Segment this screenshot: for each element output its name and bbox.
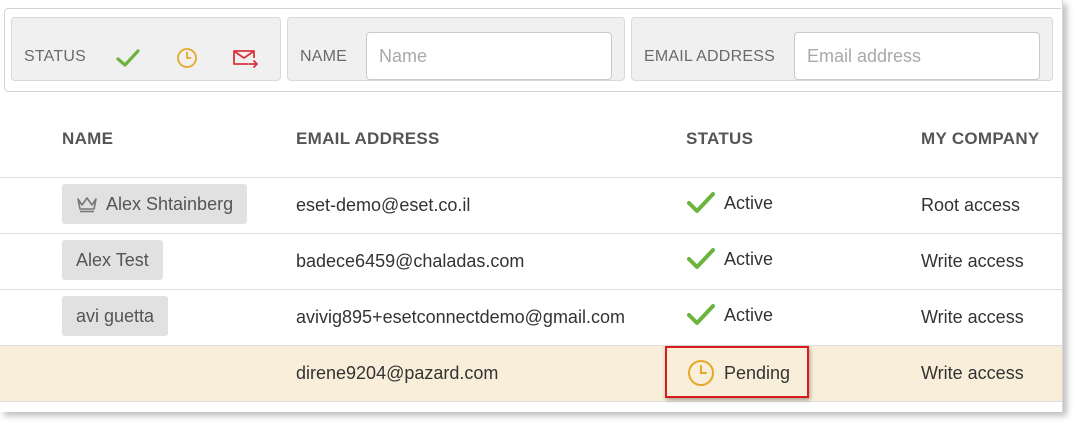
- table-row[interactable]: avi guetta avivig895+esetconnectdemo@gma…: [0, 289, 1062, 345]
- status-text: Active: [724, 248, 774, 269]
- user-email: eset-demo@eset.co.il: [296, 195, 471, 215]
- user-name: Alex Test: [76, 249, 149, 270]
- name-input[interactable]: [366, 32, 612, 80]
- user-email: avivig895+esetconnectdemo@gmail.com: [296, 307, 625, 327]
- highlight-box: [665, 346, 809, 398]
- column-header-my-company[interactable]: MY COMPANY: [921, 129, 1040, 149]
- check-icon: [687, 304, 715, 325]
- status-cell: Active: [686, 303, 773, 327]
- user-name: Alex Shtainberg: [106, 193, 234, 214]
- check-icon: [687, 248, 715, 269]
- email-filter: EMAIL ADDRESS: [631, 17, 1053, 81]
- access-level: Write access: [921, 363, 1024, 383]
- user-chip[interactable]: avi guetta: [62, 296, 169, 336]
- user-email: direne9204@pazard.com: [296, 363, 499, 383]
- status-cell: Active: [686, 191, 773, 215]
- status-filter-label: STATUS: [24, 48, 86, 65]
- users-panel: STATUS NAME EMAIL ADDRESS NAME EMAIL ADD…: [0, 0, 1063, 412]
- table-row[interactable]: Alex Shtainberg eset-demo@eset.co.il Act…: [0, 177, 1062, 233]
- check-icon: [687, 192, 715, 213]
- mail-sent-icon[interactable]: [232, 47, 258, 69]
- column-header-name[interactable]: NAME: [62, 129, 113, 149]
- table-row[interactable]: direne9204@pazard.com Pending Write acce…: [0, 345, 1062, 402]
- column-header-email[interactable]: EMAIL ADDRESS: [296, 129, 440, 149]
- status-text: Active: [724, 304, 774, 325]
- user-chip[interactable]: Alex Test: [62, 240, 163, 280]
- crown-icon: [77, 197, 97, 213]
- filter-bar: STATUS NAME EMAIL ADDRESS: [4, 8, 1061, 92]
- status-cell: Active: [686, 247, 773, 271]
- table-header: NAME EMAIL ADDRESS STATUS MY COMPANY: [0, 108, 1062, 176]
- user-chip[interactable]: Alex Shtainberg: [62, 184, 248, 224]
- user-email: badece6459@chaladas.com: [296, 251, 525, 271]
- email-input[interactable]: [794, 32, 1040, 80]
- name-filter: NAME: [287, 17, 625, 81]
- status-text: Active: [724, 192, 774, 213]
- status-filter: STATUS: [11, 17, 281, 81]
- access-level: Root access: [921, 195, 1021, 215]
- check-icon[interactable]: [116, 47, 140, 69]
- user-name: avi guetta: [76, 305, 155, 326]
- name-filter-label: NAME: [300, 48, 348, 65]
- email-filter-label: EMAIL ADDRESS: [644, 48, 775, 65]
- table-row[interactable]: Alex Test badece6459@chaladas.com Active…: [0, 233, 1062, 289]
- access-level: Write access: [921, 251, 1024, 271]
- access-level: Write access: [921, 307, 1024, 327]
- clock-icon[interactable]: [176, 47, 198, 69]
- column-header-status[interactable]: STATUS: [686, 129, 753, 149]
